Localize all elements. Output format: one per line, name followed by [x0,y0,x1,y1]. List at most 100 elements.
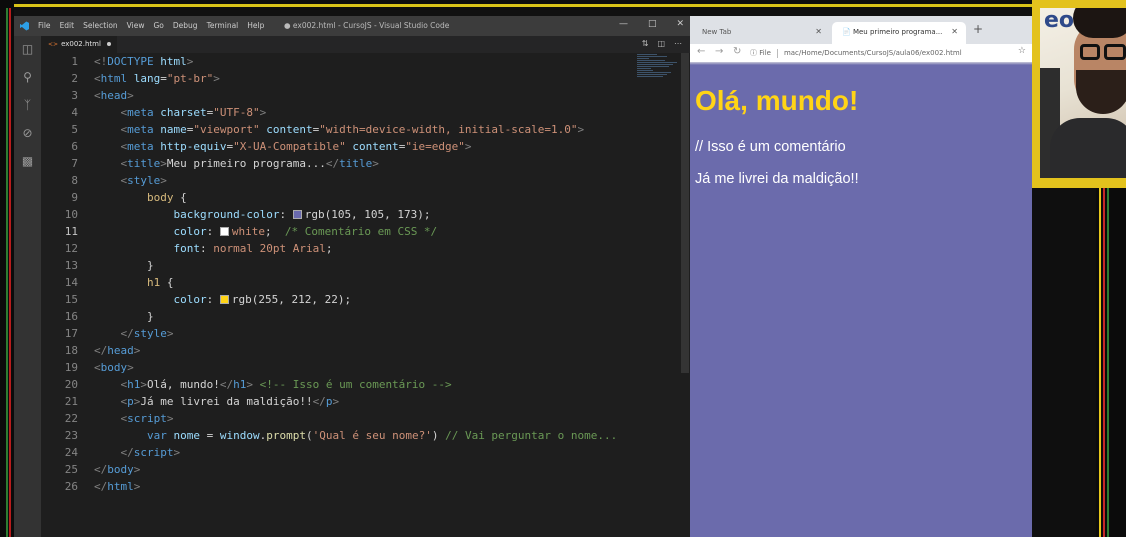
code-line-26: </html> [94,480,141,493]
code-line-5: <meta name="viewport" content="width=dev… [94,123,585,136]
webcam-image: eo [1040,8,1126,178]
code-line-23: var nome = window.prompt('Qual é seu nom… [146,429,618,442]
menu-go[interactable]: Go [153,21,163,30]
line-number: 6 [71,140,78,153]
menu-selection[interactable]: Selection [83,21,118,30]
browser-tab-label: New Tab [702,28,732,36]
webcam-logo: eo [1044,8,1075,33]
code-line-4: <meta charset="UTF-8"> [94,106,267,119]
code-editor[interactable]: 1 2 3 4 5 6 7 8 9 10 11 12 13 14 15 16 1… [41,53,690,537]
close-icon[interactable]: ✕ [676,19,684,29]
split-editor-icon[interactable]: ◫ [657,39,665,48]
line-number: 15 [64,293,78,306]
line-number: 1 [71,55,78,68]
editor-actions: ⇅ ◫ ⋯ [642,39,682,48]
page-paragraph: Já me livrei da maldição!! [695,171,859,187]
line-number: 24 [64,446,78,459]
address-scheme: File [759,49,771,57]
close-tab-icon[interactable]: ✕ [815,22,822,42]
extensions-icon[interactable]: ▩ [20,154,35,169]
code-line-1: <!DOCTYPE html> [94,55,194,68]
line-number: 16 [64,310,78,323]
code-line-15: color: rgb(255, 212, 22); [173,293,352,306]
line-number: 8 [71,174,78,187]
line-number: 13 [64,259,78,272]
window-title: ● ex002.html - CursoJS - Visual Studio C… [284,21,450,30]
close-tab-icon[interactable]: ✕ [951,22,958,42]
line-number: 7 [71,157,78,170]
minimize-icon[interactable]: — [619,19,628,29]
more-actions-icon[interactable]: ⋯ [674,39,682,48]
vscode-window: File Edit Selection View Go Debug Termin… [14,16,690,537]
line-number: 17 [64,327,78,340]
new-tab-icon[interactable]: + [973,22,983,36]
menu-view[interactable]: View [127,21,145,30]
editor-tabs: <> ex002.html ⇅ ◫ ⋯ [41,36,690,53]
code-line-10: background-color: rgb(105, 105, 173); [173,208,431,221]
search-icon[interactable]: ⚲ [20,70,35,85]
code-line-3: <head> [94,89,134,102]
line-number: 19 [64,361,78,374]
line-number: 21 [64,395,78,408]
code-line-6: <meta http-equiv="X-UA-Compatible" conte… [94,140,472,153]
color-swatch-icon[interactable] [219,295,229,304]
line-number: 26 [64,480,78,493]
address-bar[interactable]: ⓘ File mac/Home/Documents/CursoJS/aula06/… [750,46,1020,60]
code-line-25: </body> [94,463,141,476]
bookmark-star-icon[interactable]: ☆ [1018,46,1026,56]
menu-help[interactable]: Help [247,21,264,30]
menu-edit[interactable]: Edit [60,21,75,30]
menu-debug[interactable]: Debug [173,21,198,30]
tab-ex002-html[interactable]: <> ex002.html [41,36,117,53]
info-icon[interactable]: ⓘ [750,49,757,57]
browser-toolbar: ← → ↻ ⓘ File mac/Home/Documents/CursoJS/a… [690,44,1032,62]
browser-tab-active[interactable]: 📄 Meu primeiro programa... ✕ [832,22,966,44]
browser-window: New Tab ✕ 📄 Meu primeiro programa... ✕ +… [690,16,1032,537]
toolbar-shadow [690,62,1032,65]
code-line-18: </head> [94,344,141,357]
line-number: 20 [64,378,78,391]
code-line-24: </script> [94,446,181,459]
code-line-12: font: normal 20pt Arial; [173,242,333,255]
line-number: 23 [64,429,78,442]
browser-tab-strip: New Tab ✕ 📄 Meu primeiro programa... ✕ + [690,16,1032,44]
editor-scrollbar[interactable] [681,53,689,373]
video-frame-left [0,0,14,537]
line-number: 14 [64,276,78,289]
line-number: 22 [64,412,78,425]
forward-icon[interactable]: → [715,46,723,57]
line-number: 9 [71,191,78,204]
reload-icon[interactable]: ↻ [733,46,741,57]
color-swatch-icon[interactable] [219,227,229,236]
minimap[interactable] [637,53,681,93]
color-swatch-icon[interactable] [292,210,302,219]
code-line-2: <html lang="pt-br"> [94,72,220,85]
maximize-icon[interactable]: □ [648,19,657,29]
line-number: 4 [71,106,78,119]
line-number: 3 [71,89,78,102]
browser-tab-label: Meu primeiro programa... [852,28,943,36]
explorer-icon[interactable]: ◫ [20,42,35,57]
code-line-13: } [94,259,154,272]
code-line-17: </style> [94,327,174,340]
browser-tab-new[interactable]: New Tab ✕ [692,22,830,44]
line-number: 18 [64,344,78,357]
code-line-16: } [94,310,154,323]
code-line-22: <script> [94,412,174,425]
line-number: 10 [64,208,78,221]
code-line-9: body { [146,191,187,204]
menu-terminal[interactable]: Terminal [207,21,239,30]
menu-file[interactable]: File [38,21,51,30]
line-number-active: 11 [64,225,78,238]
vscode-logo-icon [20,21,29,31]
code-line-21: <p>Já me livrei da maldição!!</p> [94,395,340,408]
tab-label: ex002.html [61,40,101,48]
video-frame-top [0,0,1126,10]
address-path: mac/Home/Documents/CursoJS/aula06/ex002.… [783,49,962,57]
compare-icon[interactable]: ⇅ [642,39,649,48]
debug-icon[interactable]: ⊘ [20,126,35,141]
source-control-icon[interactable]: ᛉ [20,98,35,113]
code-line-8: <style> [94,174,167,187]
code-line-19: <body> [94,361,134,374]
back-icon[interactable]: ← [697,46,705,57]
